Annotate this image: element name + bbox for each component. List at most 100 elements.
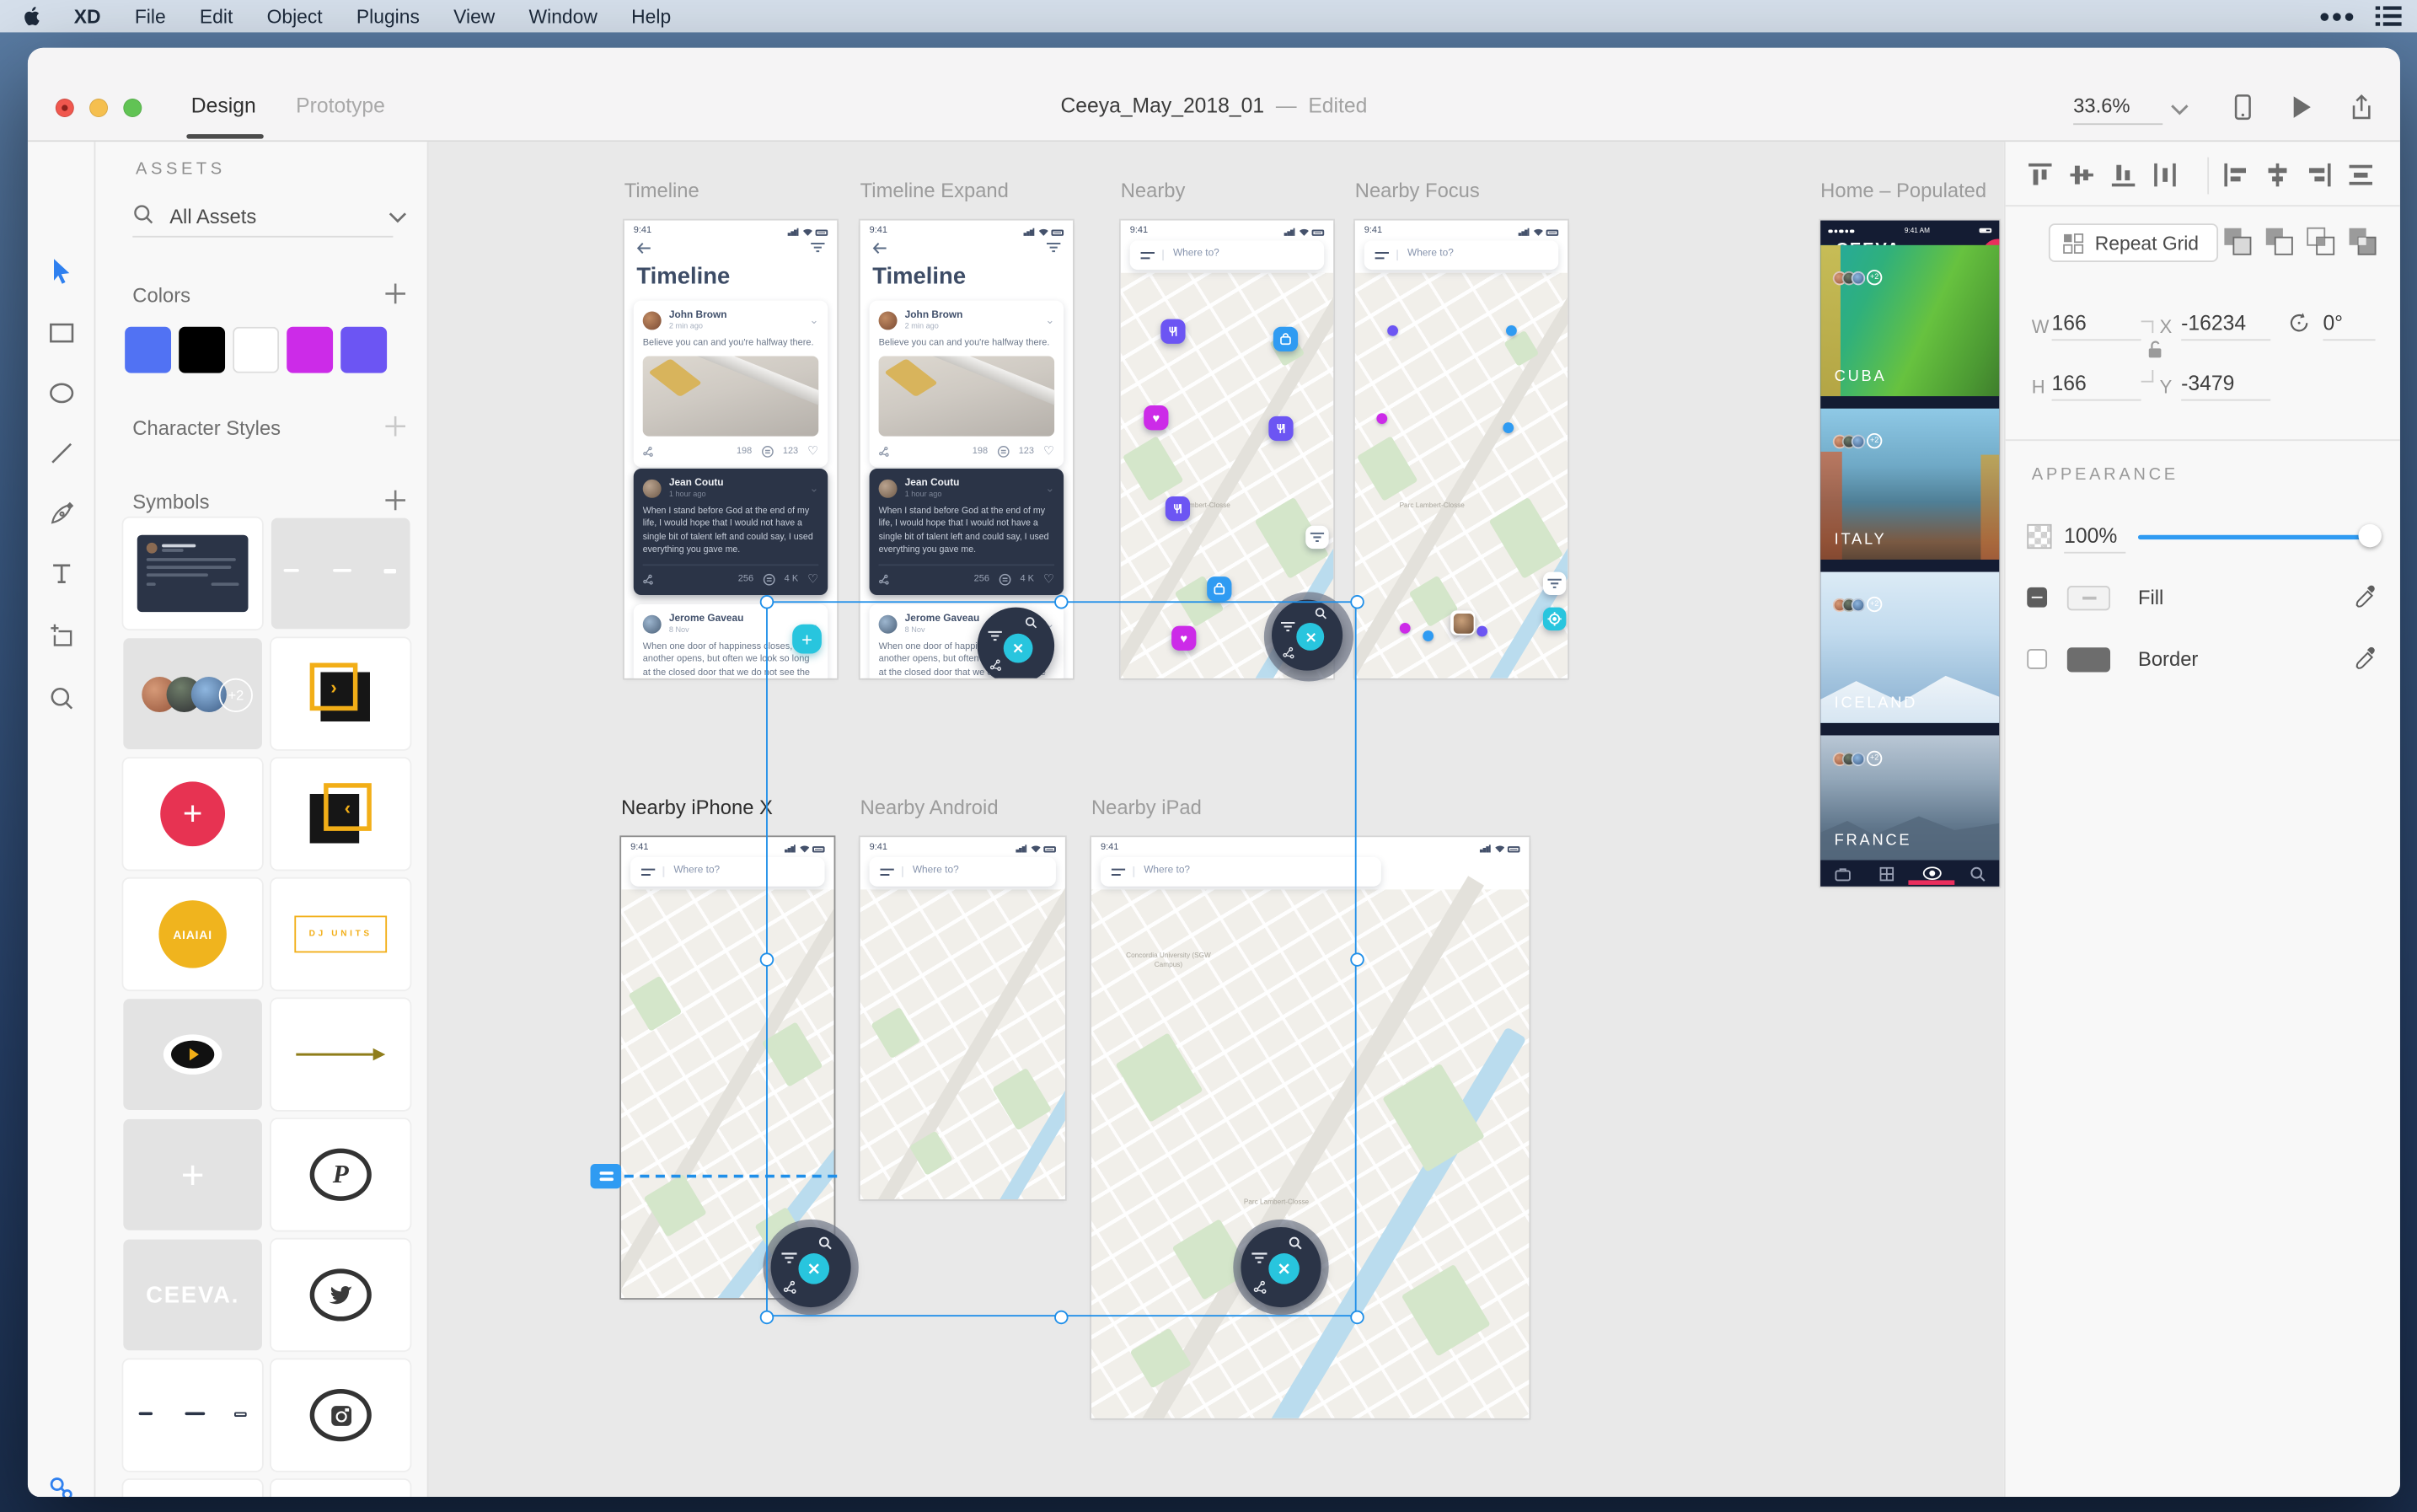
share-icon[interactable] xyxy=(783,1279,796,1295)
grid-tab-icon[interactable] xyxy=(1879,866,1894,881)
post-menu-chevron-icon[interactable]: ⌄ xyxy=(810,314,819,327)
post-card-jean-coutu[interactable]: Jean Coutu1 hour ago ⌄ When I stand befo… xyxy=(870,469,1064,596)
symbol-share-nodes[interactable] xyxy=(123,1480,262,1497)
menu-plugins[interactable]: Plugins xyxy=(356,5,420,27)
symbol-instagram[interactable] xyxy=(271,1359,410,1471)
back-arrow-icon[interactable] xyxy=(872,242,886,255)
repeat-grid-button[interactable]: Repeat Grid xyxy=(2049,223,2218,262)
symbol-facebook[interactable]: f xyxy=(271,1480,410,1497)
fill-color-swatch[interactable] xyxy=(2067,586,2110,610)
search-input[interactable]: Where to? xyxy=(1101,857,1381,887)
map-filter-button[interactable] xyxy=(1305,526,1328,549)
comment-icon[interactable] xyxy=(999,573,1011,586)
align-left-icon[interactable] xyxy=(2223,162,2249,188)
symbol-prev-button[interactable]: ‹ xyxy=(271,759,410,870)
color-swatch-blue[interactable] xyxy=(125,327,171,373)
share-export-icon[interactable] xyxy=(2350,94,2374,121)
eyedropper-icon[interactable] xyxy=(2354,645,2378,669)
align-bottom-icon[interactable] xyxy=(2110,162,2136,188)
map-pin-shop[interactable] xyxy=(1207,576,1231,601)
menu-icon[interactable] xyxy=(1375,250,1389,260)
opacity-field[interactable]: 100% xyxy=(2064,524,2125,554)
heart-icon[interactable]: ♡ xyxy=(1043,572,1054,586)
search-input[interactable]: Where to? xyxy=(630,857,824,887)
symbol-avatar-group[interactable]: +2 xyxy=(123,638,262,749)
scroll-viewport-marker[interactable] xyxy=(591,1164,622,1188)
select-tool-icon[interactable] xyxy=(48,257,76,285)
selection-handle-e[interactable] xyxy=(1349,952,1363,965)
design-canvas[interactable]: Timeline Timeline Expand Nearby Nearby F… xyxy=(428,142,2003,1497)
symbol-plus-placeholder[interactable]: + xyxy=(123,1119,262,1231)
symbol-post-card[interactable] xyxy=(123,518,262,630)
boolean-subtract-icon[interactable] xyxy=(2264,227,2294,256)
symbol-status-bar[interactable] xyxy=(271,518,410,630)
selection-handle-nw[interactable] xyxy=(759,594,773,608)
list-menu-icon[interactable] xyxy=(2376,6,2402,26)
artboard-nearby-android[interactable]: 9:41 Where to? xyxy=(860,837,1065,1199)
selection-handle-n[interactable] xyxy=(1054,594,1068,608)
search-icon[interactable] xyxy=(132,203,154,225)
opacity-slider[interactable] xyxy=(2138,535,2372,539)
destination-card-italy[interactable]: +2 ITALY xyxy=(1820,409,1999,560)
comment-icon[interactable] xyxy=(761,446,774,458)
symbol-add-button[interactable]: + xyxy=(123,759,262,870)
map-locate-button[interactable] xyxy=(1543,608,1566,630)
search-icon[interactable] xyxy=(1289,1236,1302,1250)
filter-icon[interactable] xyxy=(781,1252,796,1264)
map-dot[interactable] xyxy=(1376,413,1387,424)
post-card-jean-coutu[interactable]: Jean Coutu1 hour ago ⌄ When I stand befo… xyxy=(634,469,828,596)
artboard-tool-icon[interactable] xyxy=(48,623,76,651)
apple-menu-icon[interactable] xyxy=(22,4,44,27)
menu-file[interactable]: File xyxy=(135,5,166,27)
opacity-slider-knob[interactable] xyxy=(2359,524,2382,547)
assets-link-icon[interactable] xyxy=(48,1475,76,1497)
close-fab-button[interactable] xyxy=(1004,634,1033,663)
search-icon[interactable] xyxy=(1025,617,1037,630)
symbol-arrow[interactable] xyxy=(271,999,410,1110)
symbol-play-button[interactable] xyxy=(123,999,262,1110)
zoom-dropdown-chevron-icon[interactable] xyxy=(2170,104,2189,116)
heart-icon[interactable]: ♡ xyxy=(1043,445,1054,458)
heart-icon[interactable]: ♡ xyxy=(807,572,818,586)
color-swatch-white[interactable] xyxy=(233,327,279,373)
map-pin-favorite[interactable]: ♥ xyxy=(1171,626,1196,651)
x-field[interactable]: -16234 xyxy=(2181,311,2270,340)
back-arrow-icon[interactable] xyxy=(636,242,650,255)
align-horizontal-center-icon[interactable] xyxy=(2264,162,2291,188)
menu-view[interactable]: View xyxy=(453,5,495,27)
trips-tab-icon[interactable] xyxy=(1835,866,1852,881)
menu-app-name[interactable]: XD xyxy=(74,5,101,27)
symbol-ceeva-logo[interactable]: CEEVA. xyxy=(123,1240,262,1351)
filter-icon[interactable] xyxy=(1047,242,1060,253)
share-icon[interactable] xyxy=(879,446,890,458)
border-checkbox[interactable] xyxy=(2027,649,2047,669)
search-input[interactable]: Where to? xyxy=(1130,240,1324,270)
close-fab-button[interactable] xyxy=(1268,1253,1300,1284)
text-tool-icon[interactable] xyxy=(48,560,76,587)
map-pin-restaurant[interactable] xyxy=(1166,496,1190,521)
rectangle-tool-icon[interactable] xyxy=(48,319,76,347)
selection-handle-se[interactable] xyxy=(1349,1310,1363,1323)
filter-icon[interactable] xyxy=(1251,1252,1267,1264)
assets-filter-dropdown[interactable]: All Assets xyxy=(169,205,256,228)
selection-handle-w[interactable] xyxy=(759,952,773,965)
artboard-label-home-populated[interactable]: Home – Populated xyxy=(1820,179,1986,201)
map-dot[interactable] xyxy=(1476,626,1487,637)
artboard-home-populated[interactable]: 9:41 AM CEEVA. +2 CUBA +2 ITALY xyxy=(1820,221,1999,887)
add-symbol-icon[interactable] xyxy=(385,491,405,511)
rotation-field[interactable]: 0° xyxy=(2323,311,2375,340)
search-input[interactable]: Where to? xyxy=(870,857,1056,887)
map-filter-button[interactable] xyxy=(1543,572,1566,595)
menu-icon[interactable] xyxy=(1141,250,1155,260)
post-menu-chevron-icon[interactable]: ⌄ xyxy=(1045,314,1054,327)
artboard-timeline[interactable]: 9:41 Timeline John Brown2 min ago ⌄ Beli… xyxy=(624,221,837,678)
symbol-twitter[interactable] xyxy=(271,1240,410,1351)
share-icon[interactable] xyxy=(879,573,890,586)
y-field[interactable]: -3479 xyxy=(2181,372,2270,401)
artboard-label-nearby[interactable]: Nearby xyxy=(1121,179,1186,201)
width-field[interactable]: 166 xyxy=(2052,311,2141,340)
ellipse-tool-icon[interactable] xyxy=(48,379,76,407)
post-card-john-brown[interactable]: John Brown2 min ago ⌄ Believe you can an… xyxy=(870,301,1064,468)
boolean-intersect-icon[interactable] xyxy=(2306,227,2335,256)
menu-help[interactable]: Help xyxy=(631,5,671,27)
